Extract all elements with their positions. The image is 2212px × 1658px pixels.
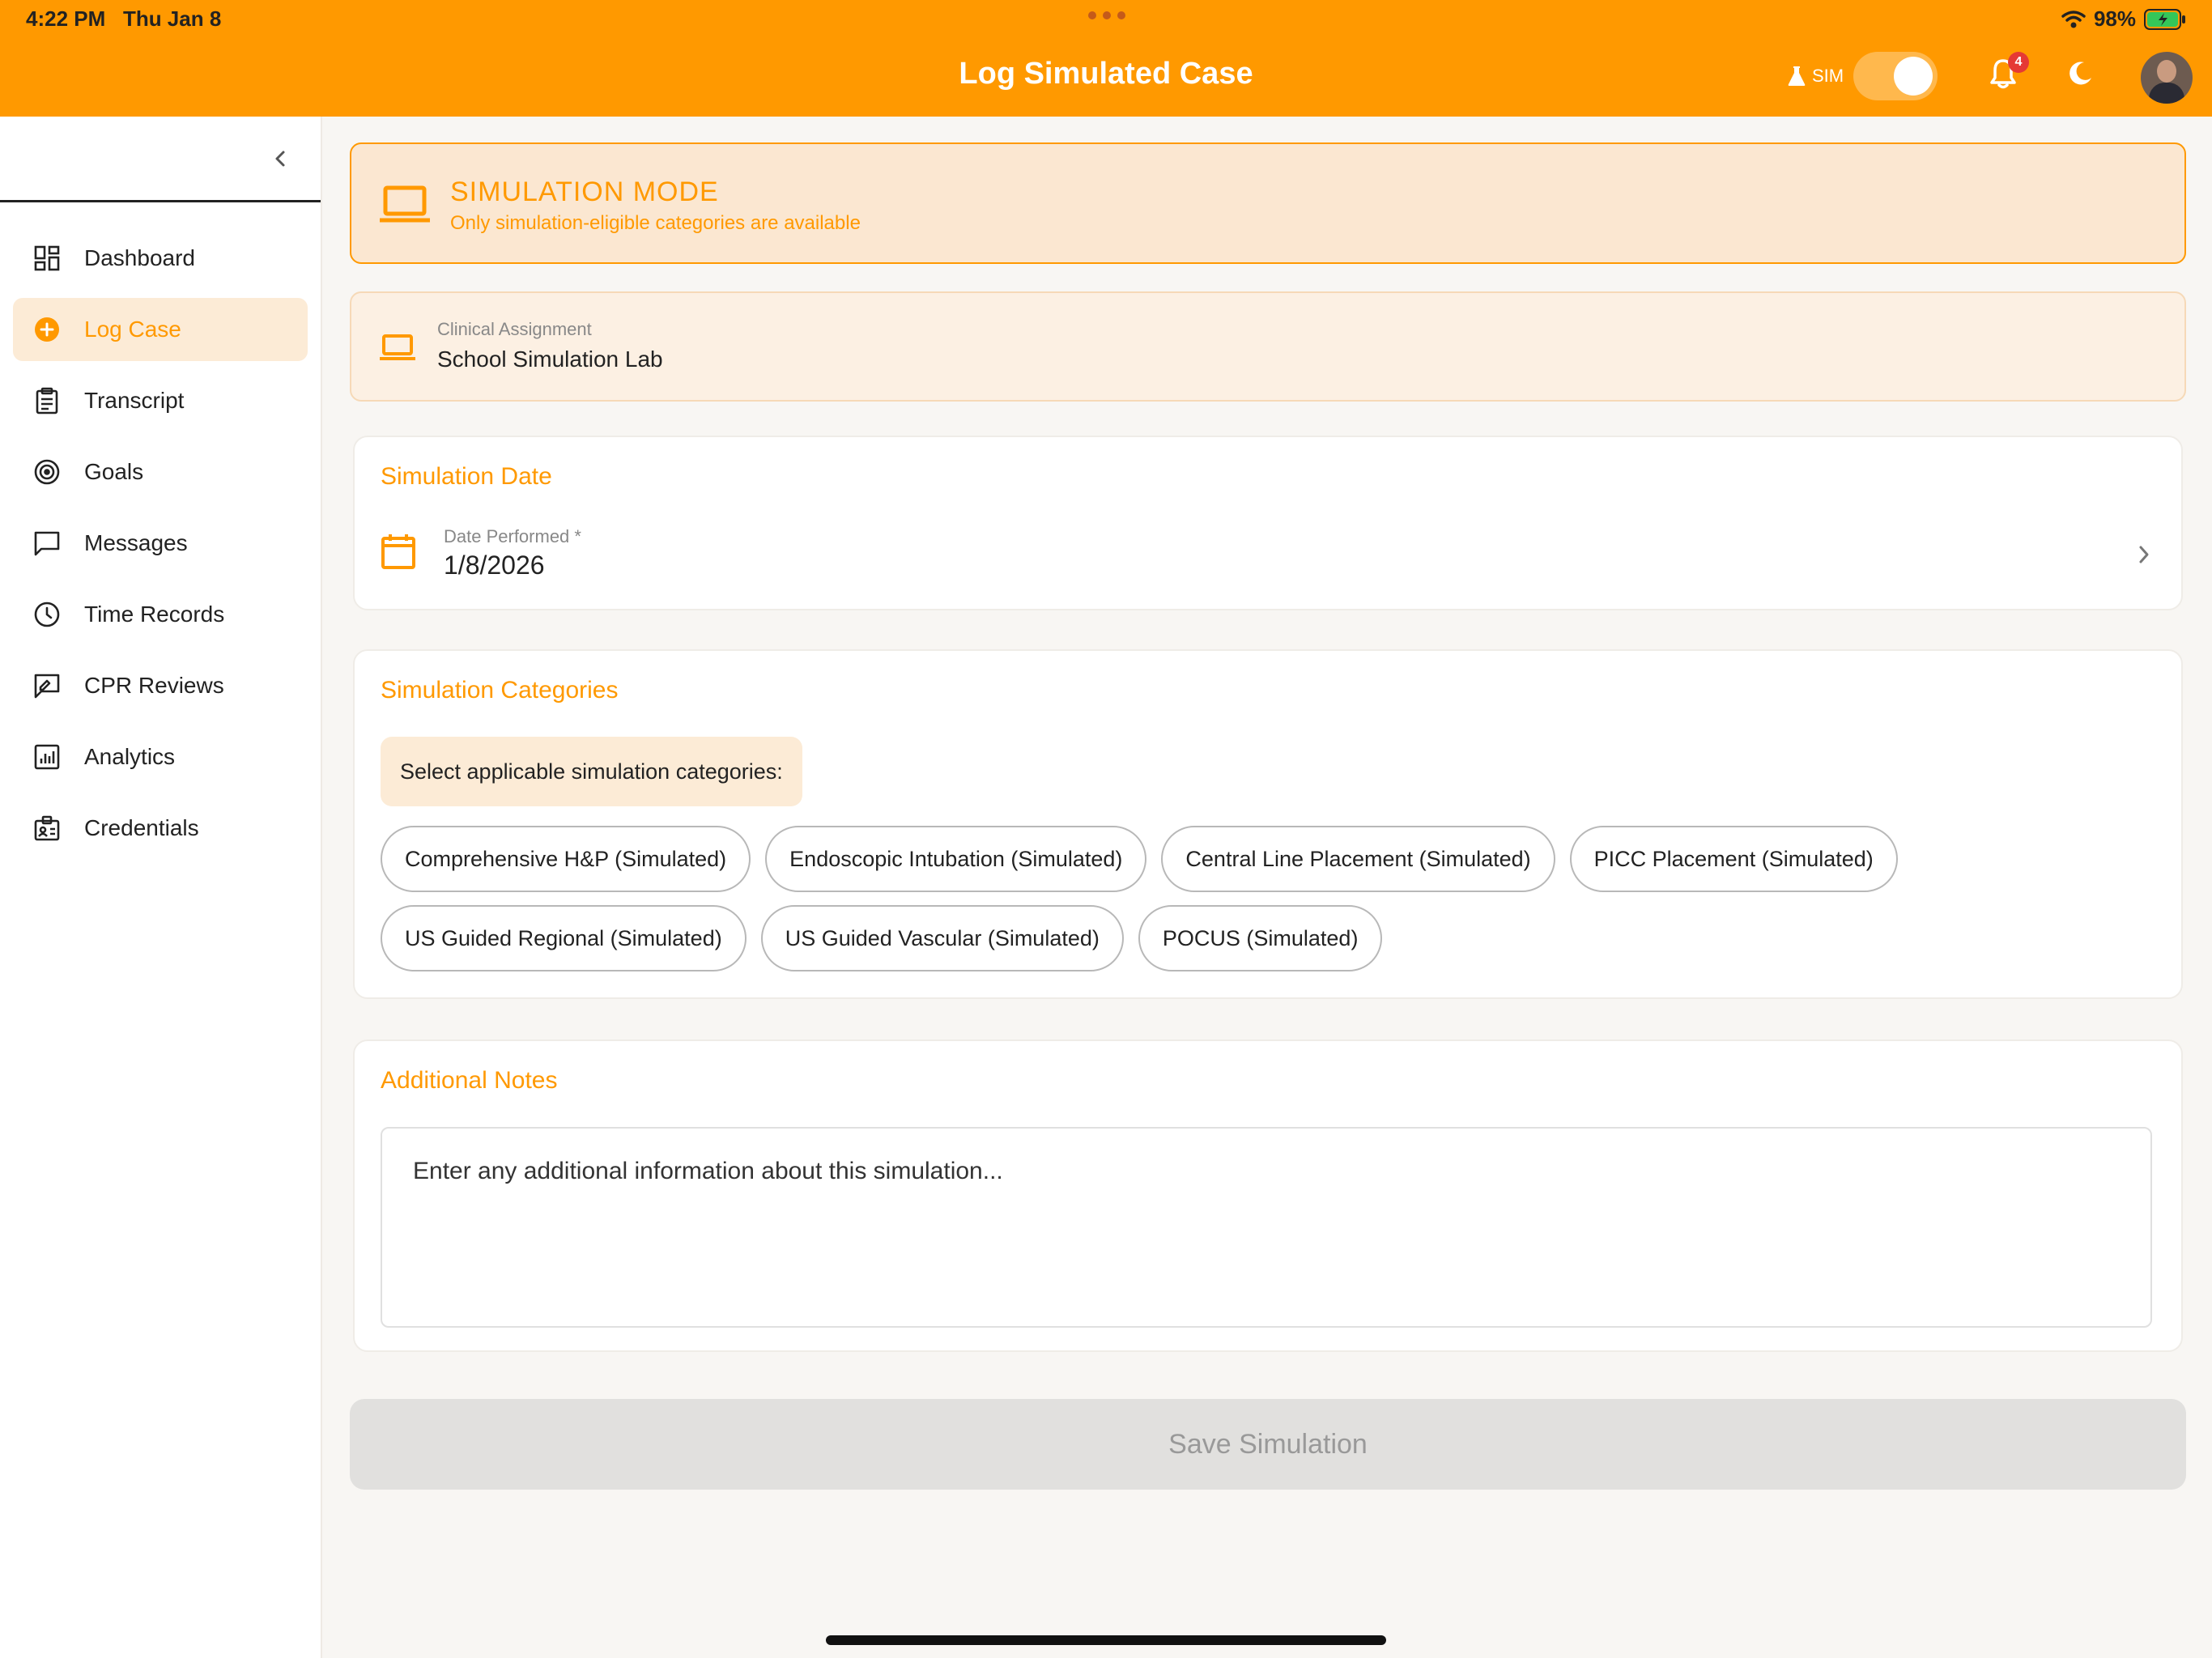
dashboard-icon <box>32 244 62 273</box>
plus-circle-icon <box>32 315 62 344</box>
sidebar-item-goals[interactable]: Goals <box>13 440 308 504</box>
user-avatar[interactable] <box>2141 52 2193 104</box>
main-content: SIMULATION MODE Only simulation-eligible… <box>350 142 2186 1490</box>
sidebar-item-label: Credentials <box>84 815 199 840</box>
save-simulation-button[interactable]: Save Simulation <box>350 1399 2186 1490</box>
sidebar-item-label: Dashboard <box>84 245 195 270</box>
category-chip[interactable]: POCUS (Simulated) <box>1138 905 1383 971</box>
sim-mode-toggle[interactable] <box>1853 52 1938 100</box>
simulation-date-card: Simulation Date Date Performed * 1/8/202… <box>353 436 2183 610</box>
analytics-icon <box>32 742 62 772</box>
notification-badge: 4 <box>2008 52 2029 73</box>
status-indicators: 98% <box>2061 6 2186 32</box>
sidebar-item-transcript[interactable]: Transcript <box>13 369 308 432</box>
battery-percent: 98% <box>2093 6 2136 31</box>
date-performed-field[interactable]: 1/8/2026 <box>444 551 545 580</box>
categories-hint: Select applicable simulation categories: <box>381 737 802 806</box>
sidebar-item-label: Time Records <box>84 602 225 627</box>
sim-mode-toggle-group: SIM <box>1788 52 1938 100</box>
flask-icon <box>1788 66 1806 86</box>
category-chip[interactable]: Endoscopic Intubation (Simulated) <box>765 826 1147 892</box>
sidebar-item-cpr-reviews[interactable]: CPR Reviews <box>13 654 308 717</box>
assignment-label: Clinical Assignment <box>437 319 592 339</box>
top-bar: 4:22 PM Thu Jan 8 98% Log Simulated Case… <box>0 0 2212 117</box>
battery-icon <box>2144 8 2185 30</box>
sidebar-item-label: Log Case <box>84 317 181 342</box>
credentials-icon <box>32 814 62 843</box>
sidebar-item-label: Analytics <box>84 744 176 769</box>
status-time: 4:22 PM Thu Jan 8 <box>26 6 222 31</box>
sidebar-item-log-case[interactable]: Log Case <box>13 298 308 361</box>
sidebar-item-credentials[interactable]: Credentials <box>13 797 308 860</box>
additional-notes-input[interactable] <box>381 1127 2152 1328</box>
sidebar-header <box>0 117 321 202</box>
category-chip[interactable]: US Guided Regional (Simulated) <box>381 905 747 971</box>
category-chips: Comprehensive H&P (Simulated) Endoscopic… <box>381 826 2162 971</box>
laptop-icon <box>379 334 416 365</box>
multitasking-dots[interactable] <box>1088 11 1125 19</box>
sim-label: SIM <box>1788 66 1844 87</box>
banner-title: SIMULATION MODE <box>450 176 719 207</box>
sidebar-item-dashboard[interactable]: Dashboard <box>13 227 308 290</box>
chevron-right-icon[interactable] <box>2136 542 2152 571</box>
simulation-mode-banner: SIMULATION MODE Only simulation-eligible… <box>350 142 2186 264</box>
target-icon <box>32 457 62 487</box>
assignment-value: School Simulation Lab <box>437 346 663 372</box>
dark-mode-button[interactable] <box>2066 60 2094 91</box>
clinical-assignment-card[interactable]: Clinical Assignment School Simulation La… <box>350 291 2186 402</box>
sidebar-item-time-records[interactable]: Time Records <box>13 583 308 646</box>
sidebar-item-analytics[interactable]: Analytics <box>13 725 308 789</box>
sidebar-item-label: Messages <box>84 530 188 555</box>
banner-subtitle: Only simulation-eligible categories are … <box>450 212 861 234</box>
calendar-icon <box>381 533 416 574</box>
section-title: Additional Notes <box>381 1067 558 1094</box>
wifi-icon <box>2061 10 2086 28</box>
simulation-categories-card: Simulation Categories Select applicable … <box>353 649 2183 999</box>
sidebar-nav: Dashboard Log Case Transcript Goals Mess… <box>0 202 321 860</box>
sidebar: Dashboard Log Case Transcript Goals Mess… <box>0 117 322 1658</box>
laptop-icon <box>379 185 431 227</box>
category-chip[interactable]: Comprehensive H&P (Simulated) <box>381 826 751 892</box>
sidebar-item-messages[interactable]: Messages <box>13 512 308 575</box>
category-chip[interactable]: Central Line Placement (Simulated) <box>1161 826 1555 892</box>
moon-icon <box>2069 62 2091 85</box>
review-icon <box>32 671 62 700</box>
additional-notes-card: Additional Notes <box>353 1039 2183 1352</box>
section-title: Simulation Date <box>381 463 552 490</box>
sidebar-item-label: Goals <box>84 459 144 484</box>
clipboard-icon <box>32 386 62 415</box>
sidebar-collapse-button[interactable] <box>272 147 288 174</box>
sidebar-item-label: CPR Reviews <box>84 673 224 698</box>
category-chip[interactable]: PICC Placement (Simulated) <box>1569 826 1898 892</box>
category-chip[interactable]: US Guided Vascular (Simulated) <box>760 905 1124 971</box>
message-icon <box>32 529 62 558</box>
chevron-left-icon <box>275 151 285 167</box>
date-field-label: Date Performed * <box>444 526 581 546</box>
home-indicator <box>826 1635 1386 1645</box>
clock-icon <box>32 600 62 629</box>
notifications-button[interactable]: 4 <box>1989 52 2029 93</box>
section-title: Simulation Categories <box>381 677 619 704</box>
sidebar-item-label: Transcript <box>84 388 185 413</box>
